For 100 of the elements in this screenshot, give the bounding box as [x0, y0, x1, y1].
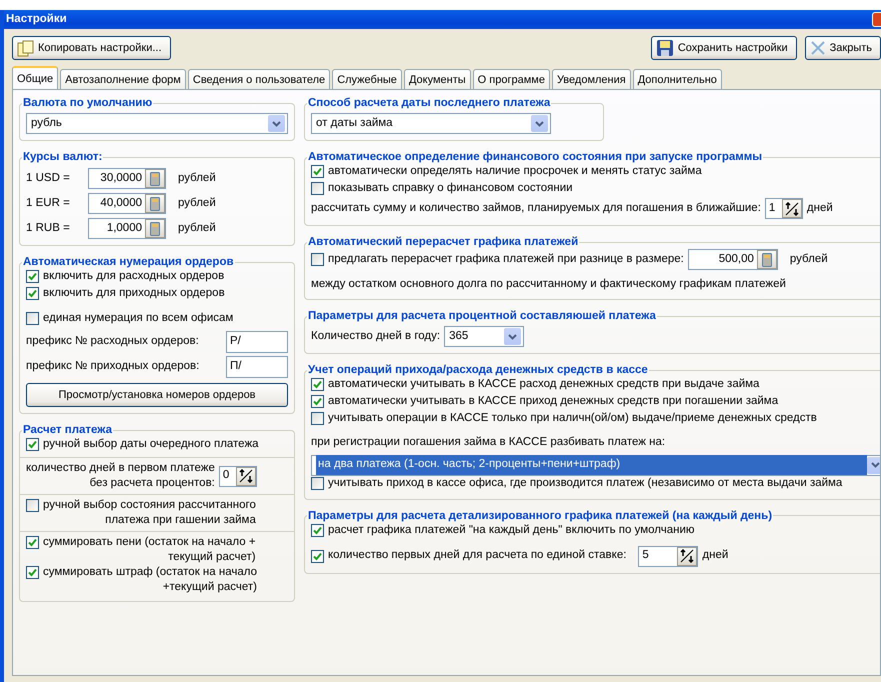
checkbox-label: включить для приходных ордеров [43, 286, 225, 301]
group-title: Параметры для расчета процентной составляюшей платежа [307, 309, 657, 324]
group-title: Автоматическая нумерация ордеров [22, 255, 235, 269]
checkbox[interactable] [26, 536, 39, 549]
close-icon [810, 40, 826, 56]
spin-field[interactable]: 1 [764, 198, 803, 219]
checkbox[interactable] [311, 182, 324, 195]
checkbox[interactable] [311, 550, 324, 562]
dropdown[interactable]: на два платежа (1-осн. часть; 2-проценты+пени+штраф) [311, 454, 880, 476]
group-title: Курсы валют: [22, 150, 104, 164]
checkbox[interactable] [311, 412, 324, 426]
checkbox-label: учитывать приход в кассе офиса, где производится платеж (независимо от места выдачи займа [328, 476, 842, 490]
checkbox[interactable] [311, 165, 324, 178]
field-label: Количество дней в году: [311, 329, 440, 344]
calculator-icon [150, 172, 160, 186]
tab[interactable]: О программе [472, 69, 550, 89]
rate-field[interactable]: 30,0000 [88, 168, 166, 189]
calculator-button[interactable] [145, 169, 165, 188]
checkbox[interactable] [311, 476, 324, 490]
checkbox-label: количество первых дней для расчета по единой ставке: [328, 548, 626, 564]
dropdown[interactable]: от даты займа [311, 113, 551, 134]
field-label: рассчитать сумму и количество займов, планируемых для погашения в ближайшие: [311, 201, 761, 216]
group-title: Автоматический перерасчет графика платежей [307, 235, 580, 249]
tab[interactable]: Документы [404, 69, 471, 89]
description-text: при регистрации погашения займа в КАССЕ разбивать платеж на: [311, 435, 666, 450]
up-down-arrows-icon [680, 549, 694, 563]
rate-field[interactable]: 1,0000 [88, 218, 166, 239]
amount-field[interactable]: 500,00 [688, 249, 778, 270]
spin-field[interactable]: 5 [638, 546, 698, 566]
calculator-button[interactable] [145, 194, 165, 213]
checkbox[interactable] [311, 253, 324, 266]
unit-label: рублей [178, 220, 216, 236]
spin-field[interactable]: 0 [218, 466, 257, 486]
checkbox-label: ручной выбор состояния рассчитанного платежа при гашении займа [43, 498, 256, 528]
checkbox[interactable] [26, 287, 39, 300]
tab[interactable]: Уведомления [552, 69, 631, 89]
checkbox-label: автоматически определять наличие просрочек и менять статус займа [328, 164, 702, 179]
checkbox-label: ручной выбор даты очередного платежа [43, 437, 259, 452]
group-title: Расчет платежа [22, 423, 113, 437]
unit-label: дней [702, 548, 728, 564]
toolbar-button[interactable]: Сохранить настройки [650, 36, 797, 60]
spin-button[interactable] [677, 546, 698, 566]
group-title: Валюта по умолчанию [22, 96, 154, 110]
up-down-arrows-icon [784, 202, 799, 216]
unit-label: рублей [178, 170, 216, 186]
toolbar-button[interactable]: Копировать настройки... [12, 36, 171, 60]
tab[interactable]: Автозаполнение форм [60, 69, 186, 89]
checkbox[interactable] [26, 499, 39, 512]
text-field[interactable]: Р/ [226, 331, 288, 353]
dropdown[interactable]: рубль [26, 113, 288, 134]
checkbox-label: суммировать штраф (остаток на начало +текущий расчет) [43, 565, 257, 595]
checkbox-label: суммировать пени (остаток на начало + текущий расчет) [43, 535, 256, 565]
rate-field[interactable]: 40,0000 [88, 193, 166, 214]
rate-label: 1 USD = [26, 170, 71, 186]
checkbox[interactable] [311, 524, 324, 536]
rate-label: 1 EUR = [26, 196, 71, 211]
checkbox[interactable] [311, 395, 324, 408]
calculator-button[interactable] [756, 250, 777, 269]
checkbox-label: единая нумерация по всем офисам [43, 311, 234, 326]
tab[interactable]: Служебные [332, 69, 402, 89]
spin-button[interactable] [782, 199, 802, 218]
checkbox[interactable] [26, 566, 39, 579]
unit-label: рублей [178, 196, 216, 211]
checkbox[interactable] [311, 378, 324, 392]
checkbox-label: автоматически учитывать в КАССЕ расход денежных средств при выдаче займа [328, 377, 760, 392]
checkbox[interactable] [26, 270, 39, 283]
checkbox-label: включить для расходных ордеров [43, 269, 224, 284]
field-label: префикс № расходных ордеров: [26, 334, 199, 350]
calculator-icon [762, 252, 772, 266]
group-title: Учет операций прихода/расхода денежных средств в кассе [307, 363, 649, 378]
orders-button[interactable]: Просмотр/установка номеров ордеров [26, 383, 288, 407]
copy-icon [17, 40, 34, 56]
tab[interactable]: Общие [12, 66, 58, 89]
unit-label: дней [806, 200, 833, 216]
unit-label: рублей [790, 252, 828, 267]
calculator-button[interactable] [145, 219, 165, 238]
window-title: Настройки [6, 12, 67, 27]
description-text: между остатком основного долга по рассчитанному и фактическому графикам платежей [311, 277, 786, 292]
toolbar-button[interactable]: Закрыть [804, 36, 881, 60]
spin-button[interactable] [236, 466, 256, 486]
dropdown[interactable]: 365 [444, 326, 524, 348]
checkbox[interactable] [26, 438, 39, 451]
close-icon[interactable] [872, 12, 881, 27]
checkbox-label: расчет графика платежей "на каждый день" включить по умолчанию [328, 522, 694, 538]
field-label: префикс № приходных ордеров: [26, 359, 200, 374]
tab[interactable]: Сведения о пользователе [188, 69, 330, 89]
group-title: Способ расчета даты последнего платежа [307, 96, 552, 110]
text-field[interactable]: П/ [226, 356, 288, 378]
group-title: Автоматическое определение финансового состояния при запуске программы [307, 150, 764, 164]
group-title: Параметры для расчета детализированного графика платежей (на каждый день) [307, 508, 774, 522]
checkbox-label: предлагать перерасчет графика платежей при разнице в размере: [328, 252, 684, 267]
checkbox-label: учитывать операции в КАССЕ только при наличн(ой/ом) выдаче/приеме денежных средств [328, 411, 817, 426]
calculator-icon [150, 196, 160, 210]
tab[interactable]: Дополнительно [632, 69, 722, 89]
checkbox-label: автоматически учитывать в КАССЕ приход денежных средств при погашении займа [328, 394, 778, 410]
calculator-icon [150, 222, 160, 236]
up-down-arrows-icon [238, 469, 253, 483]
rate-label: 1 RUB = [26, 220, 71, 236]
checkbox[interactable] [26, 312, 39, 325]
checkbox-label: показывать справку о финансовом состоянии [328, 181, 573, 196]
